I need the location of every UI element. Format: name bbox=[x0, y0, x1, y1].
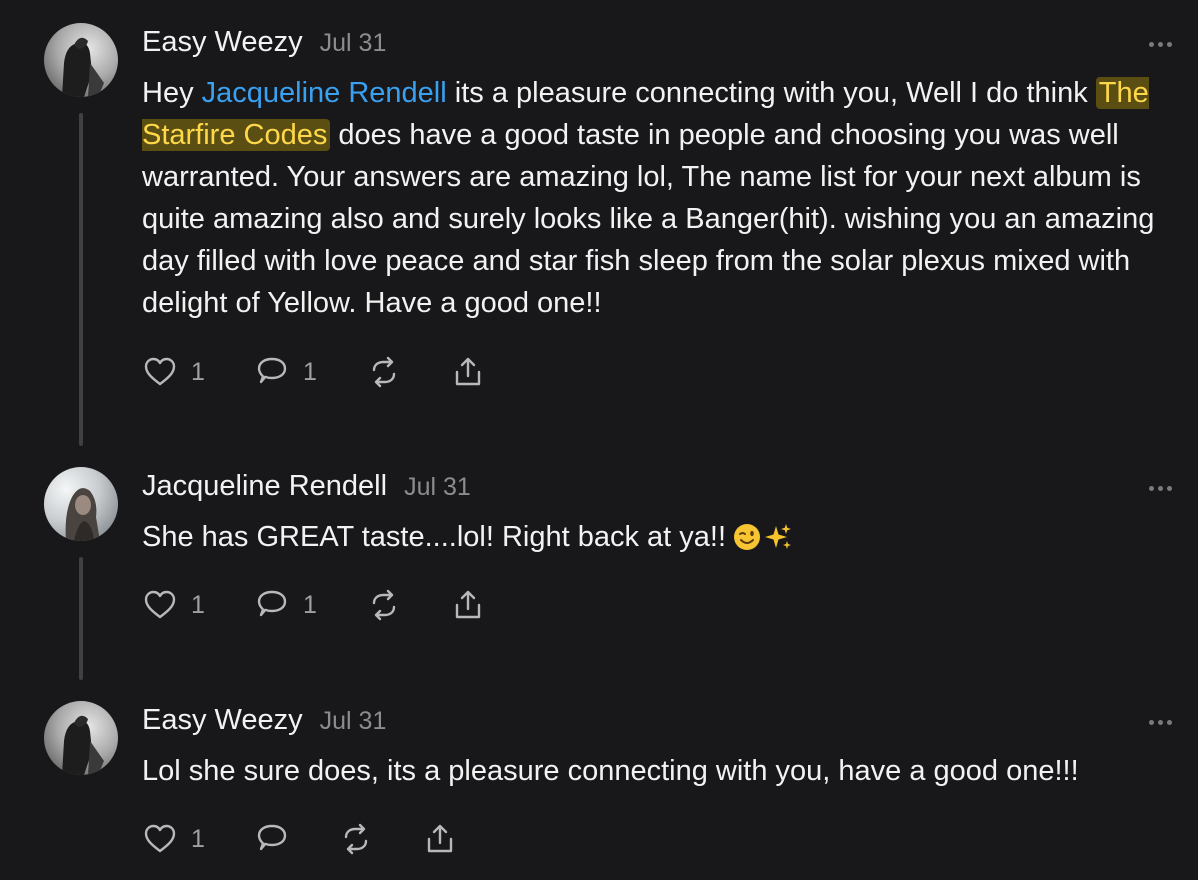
share-button[interactable] bbox=[422, 819, 458, 859]
repost-button[interactable] bbox=[366, 585, 450, 625]
comment-header: Easy Weezy Jul 31 bbox=[142, 26, 386, 66]
comment-body: Lol she sure does, its a pleasure connec… bbox=[142, 750, 1187, 792]
action-bar: 1 1 bbox=[142, 585, 486, 625]
comment: Easy Weezy Jul 31 Lol she sure does, its… bbox=[0, 680, 1198, 880]
comment: Jacqueline Rendell Jul 31 She has GREAT … bbox=[0, 450, 1198, 680]
repost-button[interactable] bbox=[366, 352, 450, 392]
repost-icon bbox=[372, 589, 396, 621]
avatar[interactable] bbox=[44, 467, 118, 541]
winking-face-icon bbox=[732, 522, 762, 564]
author-name[interactable]: Easy Weezy bbox=[142, 704, 303, 737]
comment-date[interactable]: Jul 31 bbox=[320, 29, 387, 58]
body-text: its a pleasure connecting with you, Well… bbox=[446, 77, 1096, 109]
thread-line bbox=[79, 557, 83, 680]
comment-date[interactable]: Jul 31 bbox=[404, 473, 471, 502]
reply-count: 1 bbox=[303, 357, 317, 386]
more-icon[interactable] bbox=[1140, 712, 1180, 732]
comment-body: She has GREAT taste....lol! Right back a… bbox=[142, 516, 1187, 564]
share-button[interactable] bbox=[450, 585, 486, 625]
author-name[interactable]: Easy Weezy bbox=[142, 26, 303, 59]
share-icon bbox=[455, 357, 481, 386]
heart-icon bbox=[144, 590, 176, 619]
comment-body: Hey Jacqueline Rendell its a pleasure co… bbox=[142, 72, 1187, 324]
user-mention[interactable]: Jacqueline Rendell bbox=[202, 77, 447, 109]
reply-button[interactable]: 1 bbox=[254, 585, 366, 625]
comment-header: Jacqueline Rendell Jul 31 bbox=[142, 470, 471, 510]
like-count: 1 bbox=[191, 357, 205, 386]
comment-date[interactable]: Jul 31 bbox=[320, 707, 387, 736]
share-button[interactable] bbox=[450, 352, 486, 392]
comment-header: Easy Weezy Jul 31 bbox=[142, 704, 386, 744]
more-icon[interactable] bbox=[1140, 34, 1180, 54]
heart-icon bbox=[144, 357, 176, 386]
thread-line bbox=[79, 113, 83, 446]
action-bar: 1 bbox=[142, 819, 458, 859]
comment-icon bbox=[257, 357, 287, 384]
reply-button[interactable]: 1 bbox=[254, 352, 366, 392]
more-icon[interactable] bbox=[1140, 478, 1180, 498]
like-button[interactable]: 1 bbox=[142, 585, 254, 625]
reply-count: 1 bbox=[303, 590, 317, 619]
body-text: Hey bbox=[142, 77, 202, 109]
like-count: 1 bbox=[191, 824, 205, 853]
author-name[interactable]: Jacqueline Rendell bbox=[142, 470, 387, 503]
body-text: Lol she sure does, its a pleasure connec… bbox=[142, 755, 1079, 787]
comment: Easy Weezy Jul 31 Hey Jacqueline Rendell… bbox=[0, 0, 1198, 450]
share-icon bbox=[455, 590, 481, 619]
comment-icon bbox=[257, 824, 287, 851]
like-count: 1 bbox=[191, 590, 205, 619]
avatar[interactable] bbox=[44, 23, 118, 97]
comment-icon bbox=[257, 590, 287, 617]
avatar[interactable] bbox=[44, 701, 118, 775]
heart-icon bbox=[144, 824, 176, 853]
action-bar: 1 1 bbox=[142, 352, 486, 392]
body-text: She has GREAT taste....lol! Right back a… bbox=[142, 521, 727, 553]
comment-thread: Easy Weezy Jul 31 Hey Jacqueline Rendell… bbox=[0, 0, 1198, 880]
share-icon bbox=[427, 824, 453, 853]
like-button[interactable]: 1 bbox=[142, 352, 254, 392]
repost-icon bbox=[372, 356, 396, 388]
repost-icon bbox=[344, 823, 368, 855]
reply-button[interactable] bbox=[254, 819, 338, 859]
like-button[interactable]: 1 bbox=[142, 819, 254, 859]
sparkles-icon bbox=[764, 522, 792, 564]
repost-button[interactable] bbox=[338, 819, 422, 859]
